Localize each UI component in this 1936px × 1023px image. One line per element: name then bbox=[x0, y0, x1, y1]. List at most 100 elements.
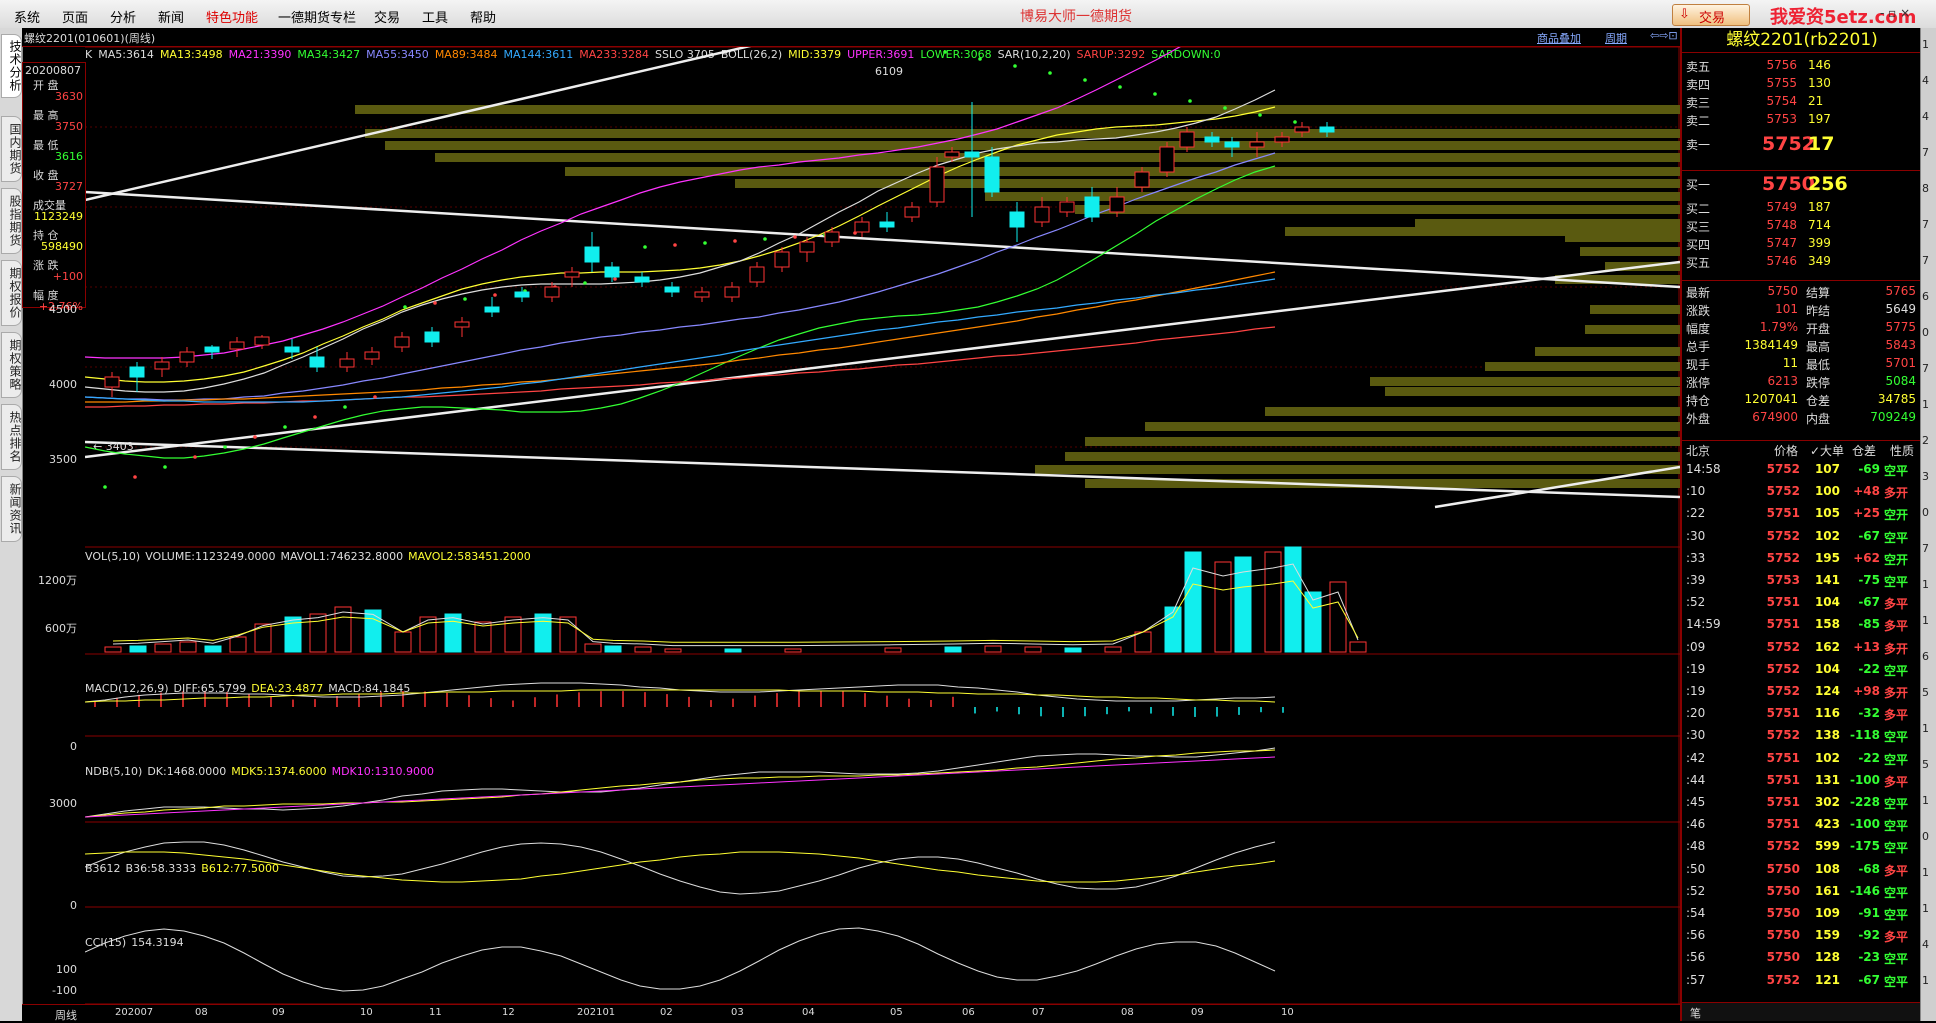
menu-news[interactable]: 新闻 bbox=[158, 7, 184, 26]
ask-price: 5752 bbox=[1762, 133, 1815, 155]
tick-nature: 多开 bbox=[1884, 686, 1909, 700]
bid-volume: 399 bbox=[1808, 236, 1831, 250]
quote-value: 5084 bbox=[1885, 374, 1916, 388]
tick-diff: -22 bbox=[1858, 661, 1880, 676]
quote-value: 5775 bbox=[1885, 320, 1916, 334]
tick-row: 14:58 5752 107 -69 空平 bbox=[1682, 462, 1922, 480]
sar-dot bbox=[253, 435, 257, 439]
quote-label: 结算 bbox=[1806, 286, 1831, 300]
chart-nav-buttons[interactable]: ⇦⇨⊡ bbox=[1650, 29, 1678, 42]
quote-row: 涨跌 101 昨结 5649 bbox=[1682, 302, 1922, 320]
high-price-label: 6109 bbox=[875, 65, 903, 78]
tick-time: :30 bbox=[1686, 728, 1706, 743]
edge-digit: 6 bbox=[1922, 290, 1929, 303]
ask-volume: 17 bbox=[1808, 133, 1835, 155]
quote-row: 最新 5750 结算 5765 bbox=[1682, 284, 1922, 302]
candle-body bbox=[1034, 206, 1050, 223]
tick-nature: 空平 bbox=[1884, 730, 1909, 745]
tick-time: :45 bbox=[1686, 795, 1706, 809]
edge-digit: 7 bbox=[1922, 362, 1929, 375]
tick-volume: 121 bbox=[1814, 972, 1840, 987]
tick-row: :46 5751 423 -100 空平 bbox=[1682, 817, 1922, 835]
tick-time: 14:59 bbox=[1686, 617, 1721, 632]
tick-nature: 空平 bbox=[1884, 530, 1909, 545]
tick-footer: 笔 bbox=[1682, 1002, 1922, 1021]
ndb-legend: NDB(5,10) DK:1468.0000 MDK5:1374.6000 MDK10… bbox=[85, 765, 439, 778]
trade-button[interactable]: ⇩ 交易 bbox=[1672, 4, 1750, 26]
x-tick: 08 bbox=[1121, 1007, 1134, 1018]
bar-info-box: 20200807 开 盘 3630 最 高 3750 最 低 3616 收 盘 3727 成交量… bbox=[22, 62, 86, 313]
menu-yide-column[interactable]: 一德期货专栏 bbox=[278, 7, 356, 26]
tab-option-strategy[interactable]: 期权策略 bbox=[1, 332, 22, 398]
ndb-label-0: NDB(5,10) bbox=[85, 765, 143, 778]
tick-nature: 空平 bbox=[1884, 952, 1909, 967]
sar-dot bbox=[1153, 92, 1157, 96]
menu-system[interactable]: 系统 bbox=[14, 7, 40, 26]
tick-diff: +98 bbox=[1853, 684, 1880, 698]
candle-body bbox=[129, 366, 145, 378]
tick-header-diff: 仓差 bbox=[1852, 444, 1877, 458]
tick-row: :20 5751 116 -32 多平 bbox=[1682, 706, 1922, 724]
tick-nature: 空开 bbox=[1884, 552, 1909, 567]
sar-dot bbox=[343, 405, 347, 409]
tick-time: :30 bbox=[1686, 528, 1706, 543]
window-controls[interactable]: - ▫ × bbox=[1880, 6, 1910, 20]
tick-diff: +62 bbox=[1853, 550, 1880, 565]
commodity-overlay-button[interactable]: 商品叠加 bbox=[1537, 30, 1581, 46]
cci-label-1: 154.3194 bbox=[131, 936, 184, 949]
period-button[interactable]: 周期 bbox=[1605, 30, 1627, 46]
tick-row: :19 5752 124 +98 多开 bbox=[1682, 684, 1922, 702]
tab-hot-ranking[interactable]: 热点排名 bbox=[1, 404, 22, 470]
quote-label: 内盘 bbox=[1806, 412, 1831, 426]
sar-dot bbox=[193, 455, 197, 459]
volume-bar bbox=[1064, 647, 1082, 653]
b3612-label-2: B612:77.5000 bbox=[201, 862, 280, 875]
tab-domestic-futures[interactable]: 国内期货 bbox=[1, 116, 22, 182]
menu-tools[interactable]: 工具 bbox=[422, 7, 448, 26]
menu-features[interactable]: 特色功能 bbox=[206, 7, 258, 26]
volume-bar bbox=[884, 647, 902, 653]
menu-trade[interactable]: 交易 bbox=[374, 7, 400, 26]
sar-dot bbox=[1223, 106, 1227, 110]
tab-index-futures[interactable]: 股指期货 bbox=[1, 188, 22, 254]
menu-page[interactable]: 页面 bbox=[62, 7, 88, 26]
quote-value: 34785 bbox=[1877, 392, 1916, 406]
menu-analysis[interactable]: 分析 bbox=[110, 7, 136, 26]
tick-volume: 141 bbox=[1814, 573, 1840, 587]
volume-profile-bar bbox=[735, 179, 1680, 188]
cci-legend: CCI(15) 154.3194 bbox=[85, 936, 189, 949]
tick-row: :33 5752 195 +62 空开 bbox=[1682, 551, 1922, 569]
tick-volume: 109 bbox=[1814, 906, 1840, 920]
tick-price: 5752 bbox=[1766, 839, 1800, 854]
contract-title[interactable]: 螺纹2201(rb2201) bbox=[1682, 28, 1922, 53]
volume-profile-bar bbox=[365, 129, 1680, 138]
tick-nature: 空平 bbox=[1884, 841, 1909, 856]
tab-technical-analysis[interactable]: 技术分析 bbox=[1, 34, 22, 98]
ask-label: 卖二 bbox=[1686, 114, 1711, 128]
tick-diff: -175 bbox=[1849, 839, 1880, 854]
tab-option-quotes[interactable]: 期权报价 bbox=[1, 260, 22, 326]
tick-price: 5752 bbox=[1766, 639, 1800, 654]
tick-diff: +13 bbox=[1853, 639, 1880, 654]
tab-news-info[interactable]: 新闻资讯 bbox=[1, 476, 22, 542]
tick-row: :48 5752 599 -175 空平 bbox=[1682, 839, 1922, 857]
volume-profile-bar bbox=[1565, 233, 1680, 242]
edge-digit: 4 bbox=[1922, 938, 1929, 951]
chart-title: 螺纹2201(010601)(周线) bbox=[24, 32, 156, 45]
quote-row: 幅度 1.79% 开盘 5775 bbox=[1682, 320, 1922, 338]
edge-digit: 1 bbox=[1922, 974, 1929, 987]
candle-body bbox=[339, 358, 355, 368]
ask-label: 卖五 bbox=[1686, 60, 1711, 74]
menu-help[interactable]: 帮助 bbox=[470, 7, 496, 26]
tick-time: :19 bbox=[1686, 661, 1706, 676]
tick-diff: -67 bbox=[1858, 528, 1880, 543]
quote-value: 5843 bbox=[1885, 338, 1916, 352]
candle-body bbox=[1204, 136, 1220, 143]
ask-label: 卖一 bbox=[1686, 138, 1711, 152]
candle-body bbox=[1249, 141, 1265, 148]
bid-row: 买四 5747 399 bbox=[1682, 236, 1922, 254]
sar-dot bbox=[703, 241, 707, 245]
ask-volume: 197 bbox=[1808, 112, 1831, 126]
main-chart-canvas[interactable]: 6109 ← 3403 bbox=[85, 47, 1680, 1004]
x-tick: 09 bbox=[272, 1007, 285, 1018]
